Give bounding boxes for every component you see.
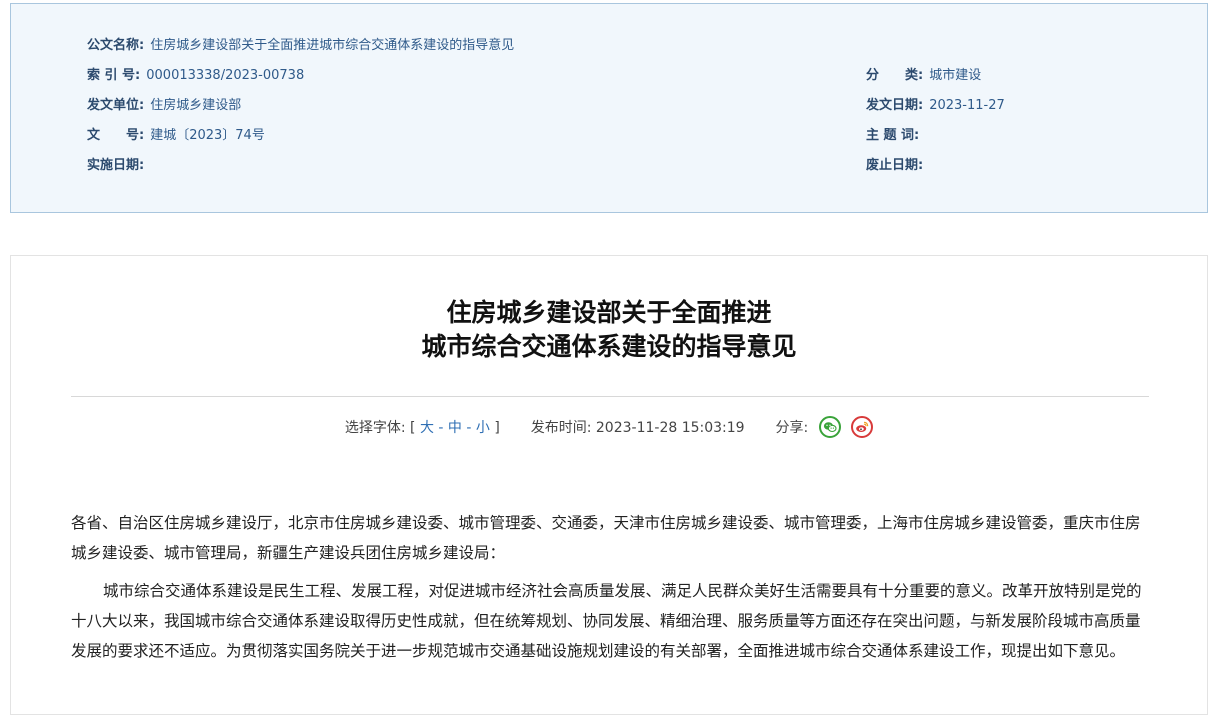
article-body: 各省、自治区住房城乡建设厅，北京市住房城乡建设委、城市管理委、交通委，天津市住房… <box>71 508 1151 666</box>
title-divider <box>71 396 1149 397</box>
font-select-label: 选择字体: <box>344 420 406 436</box>
meta-name-label: 公文名称: <box>87 38 145 53</box>
font-size-large-link[interactable]: 大 <box>420 420 434 436</box>
meta-issue-date-value: 2023-11-27 <box>929 98 1005 113</box>
meta-row-index: 索 引 号: 000013338/2023-00738 <box>87 67 304 85</box>
meta-row-subject: 主 题 词: <box>866 127 925 145</box>
article-toolbar: 选择字体: [ 大 - 中 - 小 ] 发布时间: 2023-11-28 15:… <box>11 416 1207 439</box>
font-bracket-close: ] <box>494 420 500 436</box>
meta-issuer-label: 发文单位: <box>87 98 145 113</box>
meta-expiry-label: 废止日期: <box>866 158 924 173</box>
meta-category-label: 分 类: <box>866 68 924 83</box>
meta-row-issuer: 发文单位: 住房城乡建设部 <box>87 97 241 115</box>
meta-index-value: 000013338/2023-00738 <box>146 68 305 83</box>
meta-issue-date-label: 发文日期: <box>866 98 924 113</box>
wechat-icon[interactable] <box>818 416 841 438</box>
meta-row-doc-no: 文 号: 建城〔2023〕74号 <box>87 127 265 145</box>
meta-row-issue-date: 发文日期: 2023-11-27 <box>866 97 1005 115</box>
article-title-line-1: 住房城乡建设部关于全面推进 <box>446 298 772 327</box>
meta-row-name: 公文名称: 住房城乡建设部关于全面推进城市综合交通体系建设的指导意见 <box>87 37 514 55</box>
meta-effective-label: 实施日期: <box>87 158 145 173</box>
font-separator-1: - <box>438 420 444 436</box>
publish-time-value: 2023-11-28 15:03:19 <box>595 420 745 436</box>
meta-doc-no-value: 建城〔2023〕74号 <box>150 128 265 143</box>
article-title-line-2: 城市综合交通体系建设的指导意见 <box>421 332 797 361</box>
font-bracket-open: [ <box>410 420 416 436</box>
font-size-medium-link[interactable]: 中 <box>448 420 462 436</box>
font-separator-2: - <box>466 420 472 436</box>
meta-name-value: 住房城乡建设部关于全面推进城市综合交通体系建设的指导意见 <box>150 38 515 53</box>
font-size-small-link[interactable]: 小 <box>476 420 490 436</box>
article-panel: 住房城乡建设部关于全面推进 城市综合交通体系建设的指导意见 选择字体: [ 大 … <box>10 255 1208 715</box>
meta-row-expiry: 废止日期: <box>866 157 929 175</box>
meta-row-category: 分 类: 城市建设 <box>866 67 981 85</box>
salutation-paragraph: 各省、自治区住房城乡建设厅，北京市住房城乡建设委、城市管理委、交通委，天津市住房… <box>71 514 1141 562</box>
publish-time-label: 发布时间: <box>530 420 592 436</box>
body-paragraph-1: 城市综合交通体系建设是民生工程、发展工程，对促进城市经济社会高质量发展、满足人民… <box>71 582 1142 660</box>
meta-row-effective: 实施日期: <box>87 157 150 175</box>
meta-category-value: 城市建设 <box>929 68 982 83</box>
document-metadata-panel: 公文名称: 住房城乡建设部关于全面推进城市综合交通体系建设的指导意见 索 引 号:… <box>10 3 1208 213</box>
weibo-icon[interactable] <box>851 416 874 438</box>
share-label: 分享: <box>775 420 809 436</box>
article-title: 住房城乡建设部关于全面推进 城市综合交通体系建设的指导意见 <box>11 296 1207 364</box>
meta-doc-no-label: 文 号: <box>87 128 145 143</box>
meta-index-label: 索 引 号: <box>87 68 141 83</box>
meta-issuer-value: 住房城乡建设部 <box>150 98 242 113</box>
meta-subject-label: 主 题 词: <box>866 128 920 143</box>
